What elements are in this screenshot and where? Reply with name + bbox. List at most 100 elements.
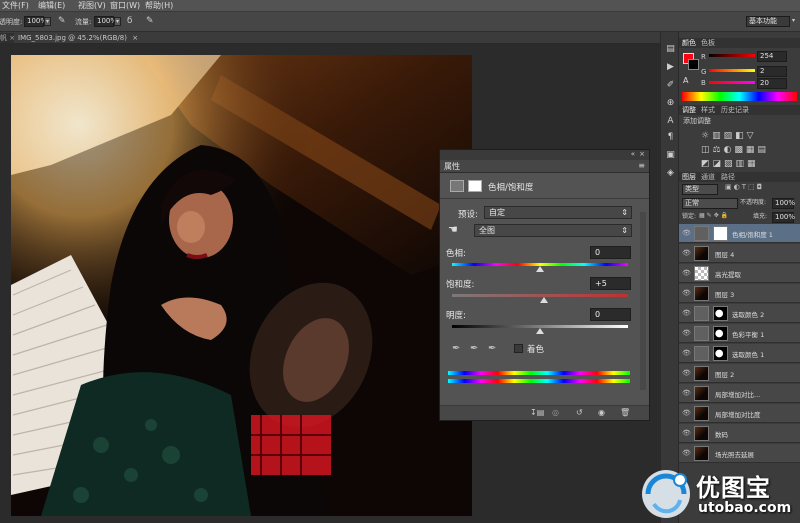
visibility-eye-icon[interactable]: 👁 — [682, 249, 691, 257]
tab-styles[interactable]: 样式 — [701, 105, 715, 115]
fill-value[interactable]: 100% — [772, 212, 795, 223]
green-value[interactable]: 2 — [757, 66, 787, 77]
visibility-eye-icon[interactable]: 👁 — [682, 289, 691, 297]
visibility-eye-icon[interactable]: 👁 — [682, 409, 691, 417]
panel-menu-icon[interactable]: ≡ — [638, 161, 645, 170]
tab-adjustments[interactable]: 调整 — [682, 105, 696, 115]
opacity-field[interactable]: 100% — [24, 16, 47, 27]
visibility-eye-icon[interactable]: 👁 — [682, 229, 691, 237]
layer-mask-thumb[interactable] — [713, 306, 728, 321]
menu-image[interactable]: 视图(V) — [78, 1, 106, 11]
color-ramp[interactable] — [682, 92, 797, 101]
layer-comps-icon[interactable]: ▣ — [665, 150, 676, 161]
prev-tab[interactable]: 帆 × — [0, 33, 15, 43]
visibility-eye-icon[interactable]: 👁 — [682, 349, 691, 357]
adjustment-icons[interactable]: ☼▥▨◧▽ ◫⚖◐▩▦▤ ◩◪▧▥▦ — [701, 129, 781, 171]
hue-slider-thumb[interactable] — [536, 266, 544, 272]
lightness-slider-thumb[interactable] — [536, 328, 544, 334]
tab-swatches[interactable]: 色板 — [701, 38, 715, 48]
flow-field[interactable]: 100% — [94, 16, 117, 27]
red-value[interactable]: 254 — [757, 51, 787, 62]
layer-row[interactable]: 👁 选取颜色 1 — [679, 344, 800, 363]
collapse-icon[interactable]: « — [631, 150, 635, 158]
reset-icon[interactable]: ↺ — [576, 408, 583, 417]
layer-mask-thumb[interactable] — [713, 226, 728, 241]
layer-opacity-value[interactable]: 100% — [772, 198, 795, 209]
green-slider[interactable] — [709, 69, 755, 72]
visibility-eye-icon[interactable]: 👁 — [682, 449, 691, 457]
lightness-input[interactable]: 0 — [590, 308, 631, 321]
workspace-switcher[interactable]: 基本功能 — [746, 16, 790, 27]
lock-icons[interactable]: ▦✎✥🔒 — [699, 212, 730, 219]
photo-canvas[interactable] — [11, 55, 472, 516]
adjustment-layer-icon[interactable] — [450, 180, 464, 192]
layer-kind-filter[interactable]: 类型 — [682, 184, 718, 195]
layer-row[interactable]: 👁 色彩平衡 1 — [679, 324, 800, 343]
menu-window[interactable]: 窗口(W) — [110, 1, 140, 11]
blue-value[interactable]: 20 — [757, 78, 787, 89]
hue-input[interactable]: 0 — [590, 246, 631, 259]
paragraph-icon[interactable]: ¶ — [665, 132, 676, 143]
tab-layers[interactable]: 图层 — [682, 172, 696, 182]
tab-paths[interactable]: 路径 — [721, 172, 735, 182]
layer-row[interactable]: 👁 数码 — [679, 424, 800, 443]
menu-file[interactable]: 文件(F) — [2, 1, 29, 11]
red-slider[interactable] — [709, 54, 755, 57]
blend-mode-dropdown[interactable]: 正常 — [682, 198, 738, 209]
visibility-eye-icon[interactable]: 👁 — [682, 369, 691, 377]
filter-icons[interactable]: ▣◐T⬚◘ — [725, 183, 764, 191]
eyedropper-plus-icon[interactable]: ✒ — [470, 343, 478, 354]
tab-history[interactable]: 历史记录 — [721, 105, 749, 115]
layer-row[interactable]: 👁 局部增加对比度 — [679, 404, 800, 423]
play-icon[interactable]: ▶ — [665, 62, 676, 73]
visibility-eye-icon[interactable]: 👁 — [682, 389, 691, 397]
layer-mask-thumb[interactable] — [713, 346, 728, 361]
range-dropdown[interactable]: 全图 ⇕ — [474, 224, 632, 237]
visibility-eye-icon[interactable]: 👁 — [682, 429, 691, 437]
properties-titlebar[interactable]: « × — [440, 150, 649, 160]
colorize-checkbox[interactable] — [514, 344, 523, 353]
character-icon[interactable]: A — [665, 116, 676, 127]
layer-row[interactable]: 👁 图层 2 — [679, 364, 800, 383]
close-panel-icon[interactable]: × — [639, 150, 645, 158]
layer-row[interactable]: 👁 选取颜色 2 — [679, 304, 800, 323]
layer-row[interactable]: 👁 场光照去延展 — [679, 444, 800, 463]
pressure-opacity-icon[interactable]: ✎ — [58, 16, 66, 26]
layer-row[interactable]: 👁 色相/饱和度 1 — [679, 224, 800, 243]
workspace-dropdown-icon[interactable]: ▾ — [790, 17, 797, 26]
tab-channels[interactable]: 通道 — [701, 172, 715, 182]
document-tab[interactable]: IMG_5803.jpg @ 45.2%(RGB/8) × — [18, 33, 138, 43]
visibility-eye-icon[interactable]: 👁 — [682, 309, 691, 317]
visibility-eye-icon[interactable]: 👁 — [682, 269, 691, 277]
opacity-dropdown[interactable]: ▾ — [44, 17, 51, 26]
menu-edit[interactable]: 编辑(E) — [38, 1, 65, 11]
preset-dropdown[interactable]: 自定 ⇕ — [484, 206, 632, 219]
saturation-input[interactable]: +5 — [590, 277, 631, 290]
visibility-eye-icon[interactable]: 👁 — [682, 329, 691, 337]
layer-mask-thumb[interactable] — [713, 326, 728, 341]
background-color[interactable] — [688, 59, 699, 70]
clip-to-layer-icon[interactable]: ↧▤ — [530, 408, 544, 417]
saturation-slider-thumb[interactable] — [540, 297, 549, 303]
visibility-icon[interactable]: ◉ — [598, 408, 605, 417]
blue-slider[interactable] — [709, 81, 755, 84]
layer-row[interactable]: 👁 图层 3 — [679, 284, 800, 303]
eyedropper-icon[interactable]: ✒ — [452, 343, 460, 354]
clone-source-icon[interactable]: ⊕ — [665, 98, 676, 109]
airbrush-icon[interactable]: ϭ — [127, 16, 133, 26]
eyedropper-minus-icon[interactable]: ✒ — [488, 343, 496, 354]
brush-icon[interactable]: ✐ — [665, 80, 676, 91]
tab-color[interactable]: 颜色 — [682, 38, 696, 48]
pressure-size-icon[interactable]: ✎ — [146, 16, 154, 26]
properties-tab[interactable]: 属性 — [444, 161, 460, 172]
layer-row[interactable]: 👁 高光提取 — [679, 264, 800, 283]
history-icon[interactable]: ▤ — [665, 44, 676, 55]
properties-scrollbar[interactable] — [640, 212, 646, 390]
close-tab-icon[interactable]: × — [132, 34, 138, 42]
menu-help[interactable]: 帮助(H) — [145, 1, 173, 11]
mask-icon[interactable] — [468, 180, 482, 192]
tool-presets-icon[interactable]: ◈ — [665, 168, 676, 179]
hand-target-icon[interactable]: ☚ — [448, 223, 458, 236]
flow-dropdown[interactable]: ▾ — [114, 17, 121, 26]
view-previous-icon[interactable]: ◎ — [552, 408, 559, 417]
